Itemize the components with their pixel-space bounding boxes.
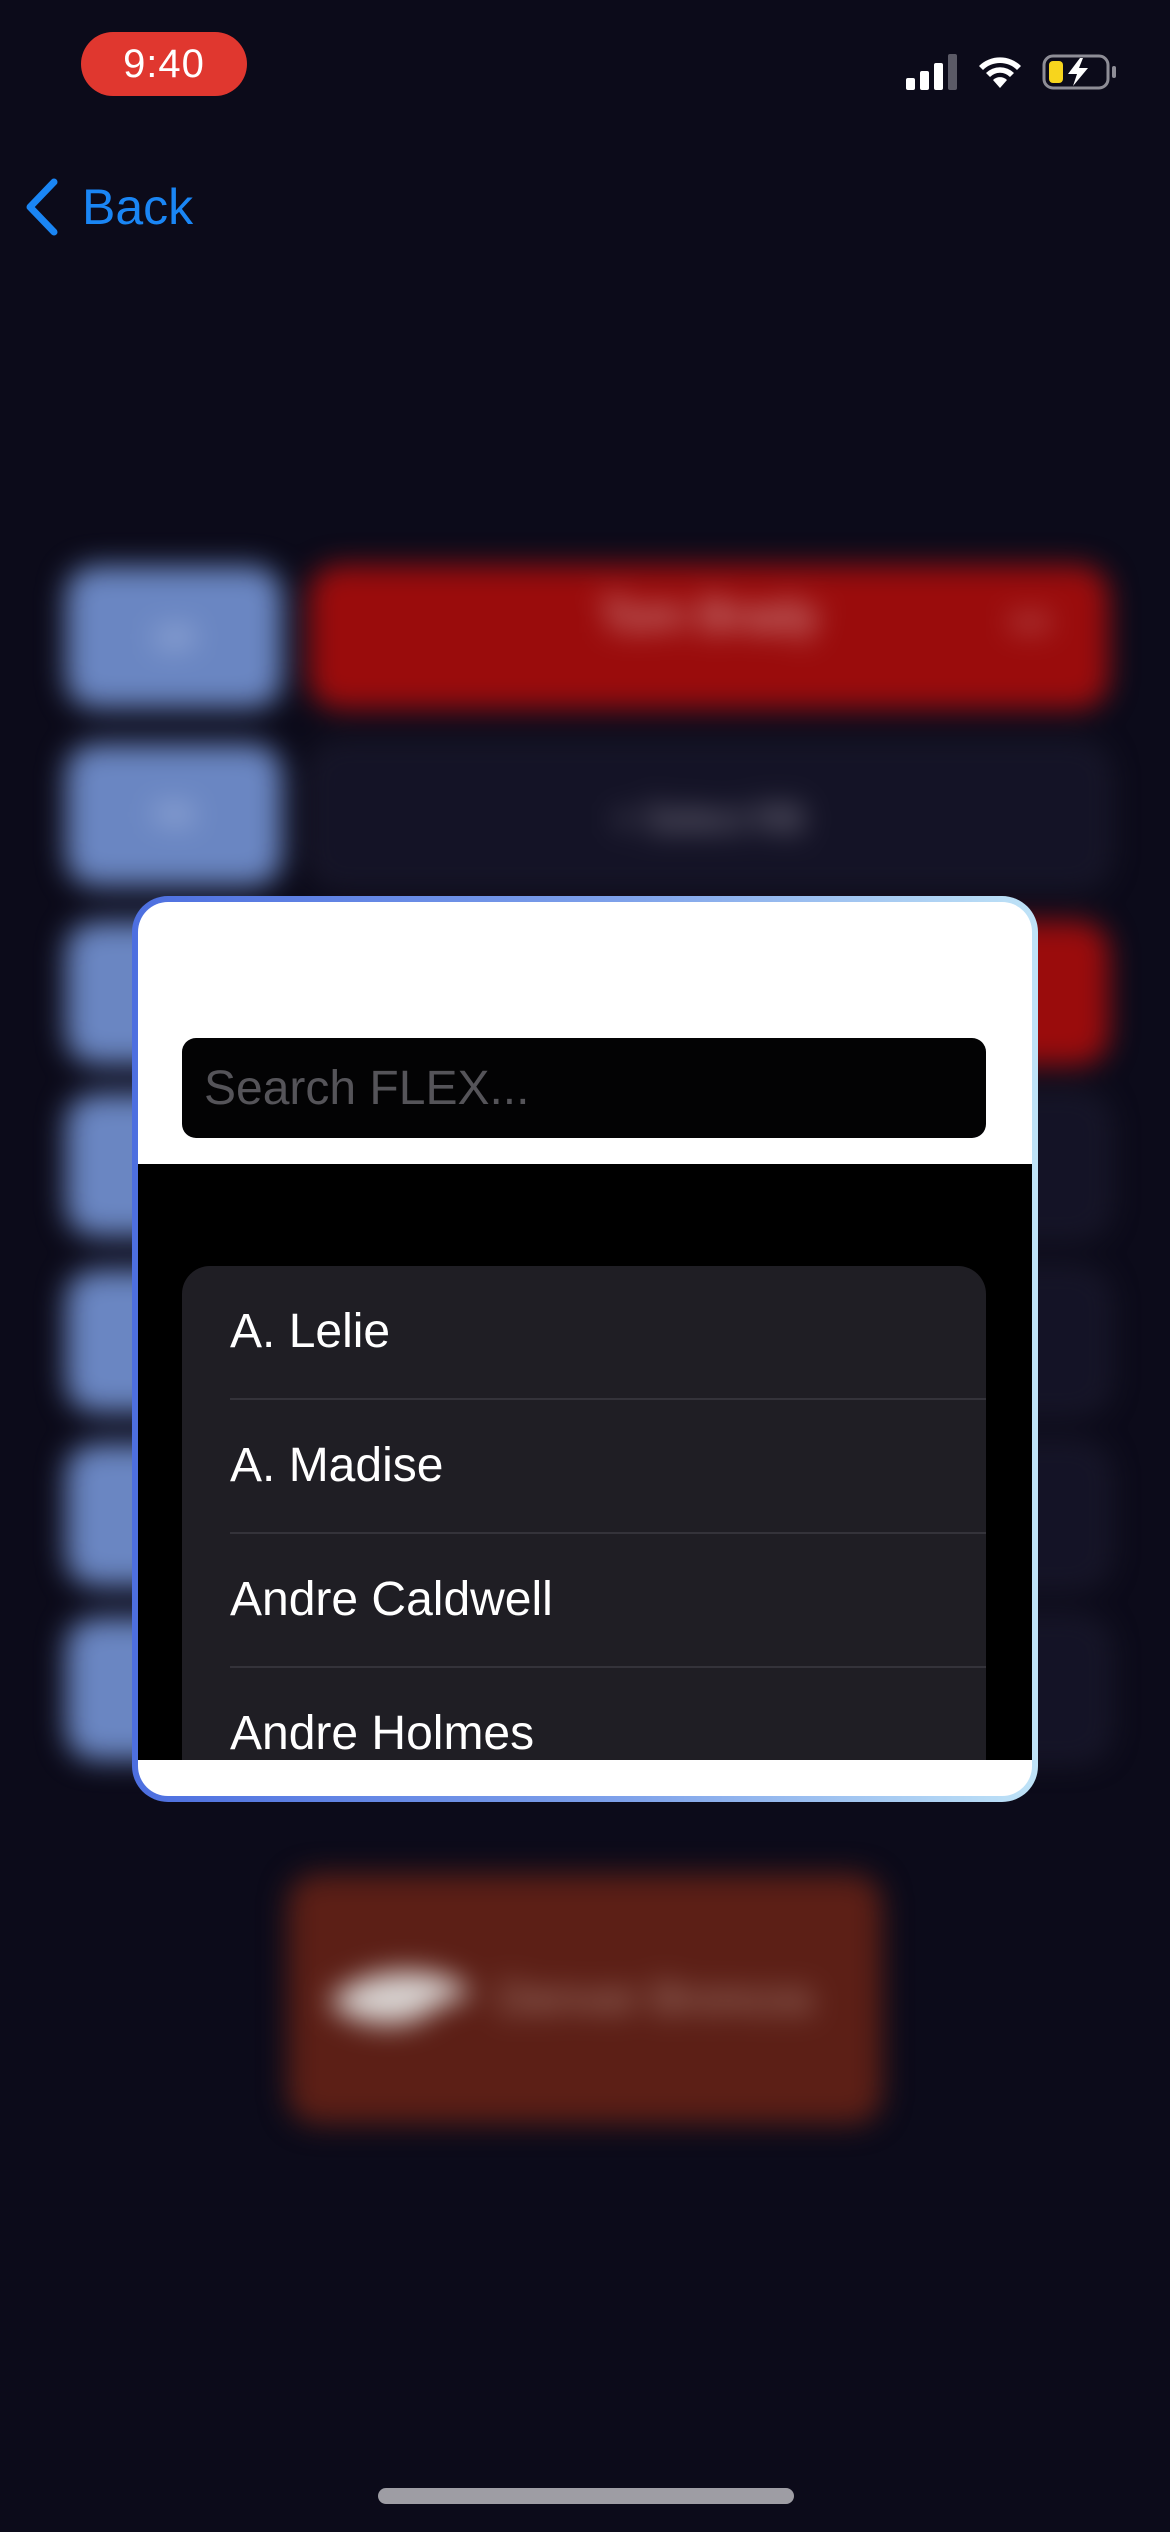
list-item[interactable]: A. Madise	[230, 1400, 986, 1534]
list-item[interactable]: A. Lelie	[230, 1266, 986, 1400]
screen: QB Tom Brady 0.0 RB + Select RB Denver B…	[0, 0, 1170, 2532]
roster-slot-player: Tom Brady	[599, 589, 819, 641]
roster-slot-filled: Tom Brady 0.0	[310, 566, 1108, 708]
position-badge: QB	[66, 566, 282, 708]
home-indicator[interactable]	[378, 2488, 794, 2504]
back-label: Back	[82, 179, 194, 235]
wifi-icon	[979, 57, 1021, 88]
list-item[interactable]: Andre Caldwell	[230, 1534, 986, 1668]
status-time: 9:40	[81, 32, 247, 96]
chevron-left-icon	[26, 178, 58, 236]
search-input[interactable]	[182, 1038, 986, 1138]
bronco-logo-icon	[329, 1971, 472, 2025]
team-card: Denver Broncos	[288, 1874, 882, 2124]
cellular-signal-icon	[906, 54, 957, 90]
player-list-area[interactable]: A. Lelie A. Madise Andre Caldwell Andre …	[138, 1164, 1032, 1760]
roster-slot-empty: + Select RB	[310, 744, 1108, 886]
roster-slot-score: 0.0	[1011, 607, 1048, 637]
roster-slot-placeholder: + Select RB	[613, 798, 805, 839]
player-list: A. Lelie A. Madise Andre Caldwell Andre …	[182, 1266, 986, 1760]
status-icons	[906, 50, 1118, 94]
list-item[interactable]: Andre Holmes	[230, 1668, 986, 1760]
player-picker-modal: A. Lelie A. Madise Andre Caldwell Andre …	[132, 896, 1038, 1802]
team-name: Denver Broncos	[498, 1974, 814, 2023]
position-badge: RB	[66, 744, 282, 886]
back-button[interactable]: Back	[24, 172, 193, 242]
modal-content: A. Lelie A. Madise Andre Caldwell Andre …	[138, 902, 1032, 1796]
battery-charging-icon	[1042, 54, 1116, 90]
